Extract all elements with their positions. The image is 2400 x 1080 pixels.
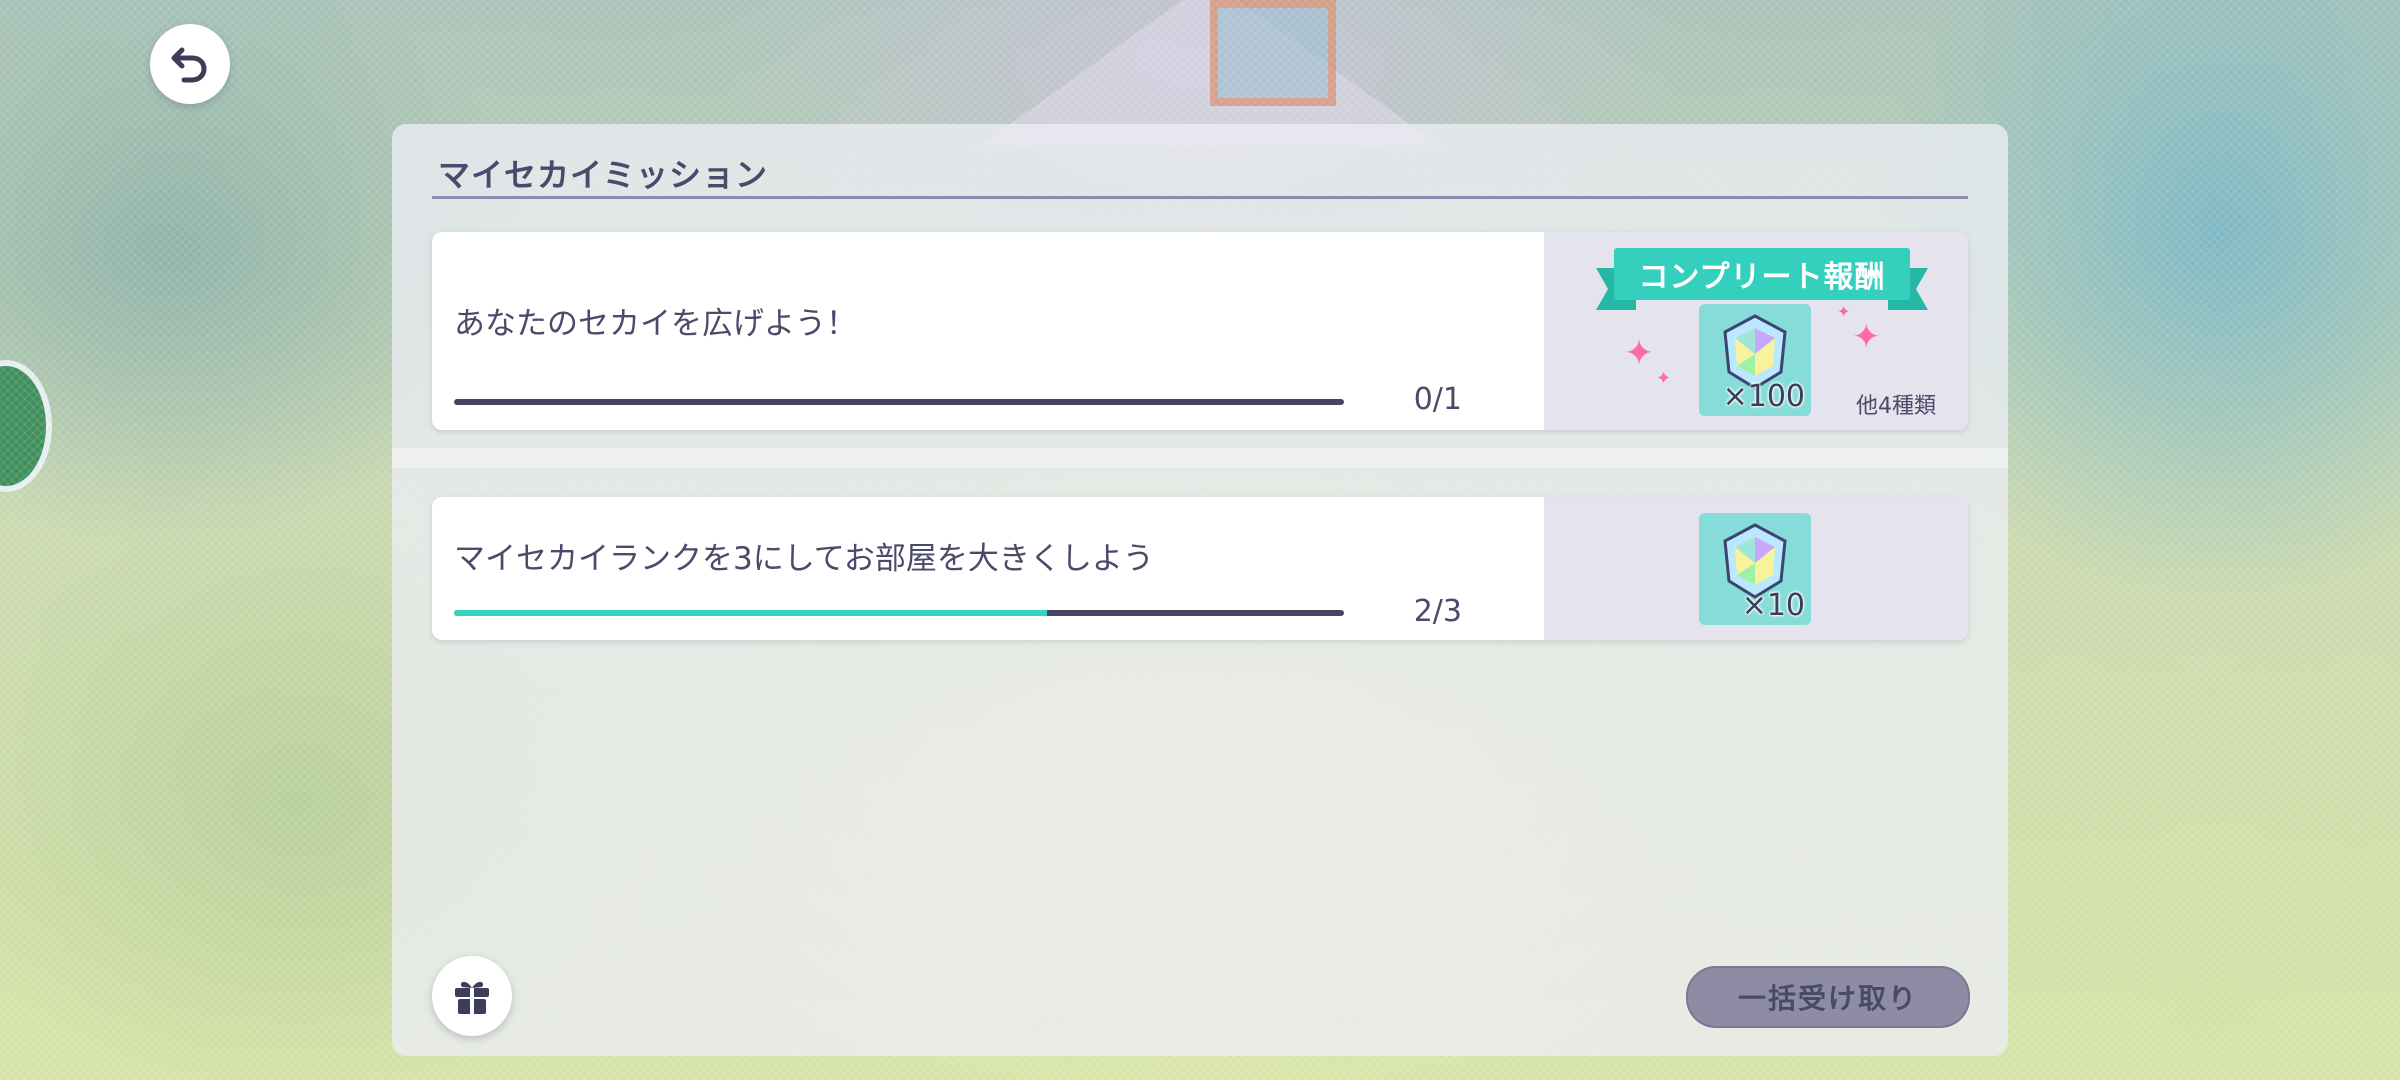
back-arrow-icon	[171, 47, 207, 83]
row-separator	[392, 448, 2008, 468]
house-window	[1210, 0, 1336, 106]
sparkle-icon: ✦	[1852, 317, 1881, 357]
title-divider	[432, 196, 1968, 199]
progress-text: 0/1	[1413, 382, 1462, 417]
mission-text: あなたのセカイを広げよう！	[454, 306, 857, 342]
mission-row[interactable]: マイセカイランクを3にしてお部屋を大きくしよう 2/3 ×10	[432, 497, 1968, 640]
back-button[interactable]	[150, 24, 230, 104]
claim-all-button[interactable]: 一括受け取り	[1686, 966, 1970, 1028]
reward-item[interactable]: ×10	[1699, 513, 1811, 625]
complete-reward-ribbon: コンプリート報酬	[1596, 248, 1928, 310]
progress-bar	[454, 610, 1344, 616]
progress-text: 2/3	[1413, 594, 1462, 629]
complete-reward-label: コンプリート報酬	[1614, 248, 1910, 300]
progress-fill	[454, 610, 1048, 616]
mission-text: マイセカイランクを3にしてお部屋を大きくしよう	[454, 541, 1154, 577]
sparkle-icon: ✦	[1624, 333, 1655, 374]
reward-count: ×10	[1741, 588, 1805, 623]
reward-count: ×100	[1722, 379, 1805, 414]
progress-bar	[454, 399, 1344, 405]
sparkle-icon: ✦	[1656, 368, 1672, 389]
gift-button[interactable]	[432, 956, 512, 1036]
panel-title: マイセカイミッション	[438, 156, 769, 194]
mission-row[interactable]: あなたのセカイを広げよう！ 0/1 コンプリート報酬 ✦ ✦ ✦ ✦ ×100 …	[432, 232, 1968, 430]
side-character-bubble[interactable]	[0, 360, 52, 492]
reward-item[interactable]: ×100	[1699, 304, 1811, 416]
extra-rewards-text: 他4種類	[1856, 394, 1936, 419]
gift-icon	[455, 981, 489, 1014]
sparkle-icon: ✦	[1837, 302, 1851, 321]
